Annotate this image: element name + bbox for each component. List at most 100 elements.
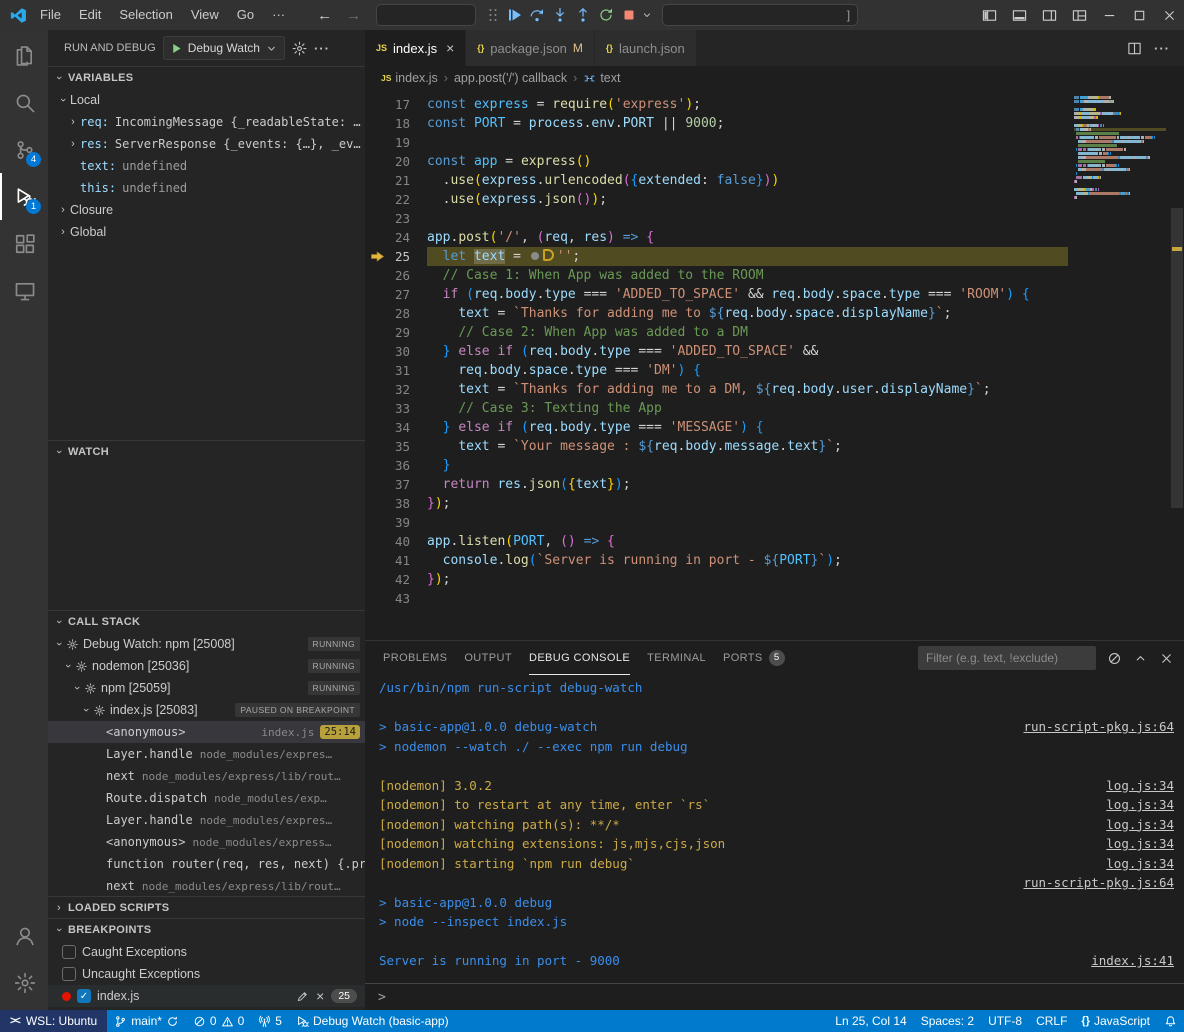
code-line[interactable]: 20const app = express()	[365, 152, 1068, 171]
activity-bar-item-extensions[interactable]	[0, 220, 48, 267]
stack-frame-row[interactable]: <anonymous>index.js25:14	[48, 721, 365, 743]
editor-tab-index-js[interactable]: JSindex.js×	[365, 30, 466, 66]
gutter[interactable]: 29	[365, 323, 427, 342]
gutter[interactable]: 24	[365, 228, 427, 247]
code-line[interactable]: 17const express = require('express');	[365, 95, 1068, 114]
gear-icon[interactable]	[292, 41, 307, 56]
layout-sidebar-icon[interactable]	[974, 0, 1004, 30]
watch-section-header[interactable]: › WATCH	[48, 441, 365, 463]
more-actions-icon[interactable]: ···	[1154, 41, 1170, 56]
git-branch-status[interactable]: main*	[107, 1010, 186, 1032]
grip-icon[interactable]	[485, 7, 501, 23]
stack-frame-row[interactable]: <anonymous>node_modules/express…	[48, 831, 365, 853]
source-link[interactable]: log.js:34	[1094, 815, 1174, 835]
code-line[interactable]: 25 let text = '';	[365, 247, 1068, 266]
gutter[interactable]: 21	[365, 171, 427, 190]
status-item-utf-8[interactable]: UTF-8	[981, 1010, 1029, 1032]
stack-frame-row[interactable]: function router(req, res, next) {.pr…	[48, 853, 365, 875]
gutter[interactable]: 25	[365, 247, 427, 266]
code-line[interactable]: 27 if (req.body.type === 'ADDED_TO_SPACE…	[365, 285, 1068, 304]
breakpoint-checkbox[interactable]	[62, 945, 76, 959]
code-line[interactable]: 28 text = `Thanks for adding me to ${req…	[365, 304, 1068, 323]
gutter[interactable]: 27	[365, 285, 427, 304]
gutter[interactable]: 38	[365, 494, 427, 513]
activity-bar-item-explorer[interactable]	[0, 32, 48, 79]
chevron-down-icon[interactable]	[641, 9, 653, 21]
continue-button[interactable]	[503, 4, 525, 26]
editor-scrollbar[interactable]	[1170, 90, 1184, 640]
variable-row[interactable]: ›Closure	[48, 199, 365, 221]
variable-row[interactable]: ›req:IncomingMessage {_readableState: …	[48, 111, 365, 133]
code-line[interactable]: 37 return res.json({text});	[365, 475, 1068, 494]
status-item-ln-25-col-14[interactable]: Ln 25, Col 14	[828, 1010, 913, 1032]
layout-panel-icon[interactable]	[1004, 0, 1034, 30]
debug-session-status[interactable]: Debug Watch (basic-app)	[289, 1010, 456, 1032]
close-icon[interactable]: ×	[446, 40, 454, 56]
callstack-session-row[interactable]: ›npm [25059]RUNNING	[48, 677, 365, 699]
pencil-icon[interactable]	[296, 990, 309, 1003]
code-line[interactable]: 42});	[365, 570, 1068, 589]
code-line[interactable]: 26 // Case 1: When App was added to the …	[365, 266, 1068, 285]
gutter[interactable]: 17	[365, 95, 427, 114]
stack-frame-row[interactable]: nextnode_modules/express/lib/rout…	[48, 875, 365, 896]
step-out-button[interactable]	[572, 4, 594, 26]
source-link[interactable]: log.js:34	[1094, 854, 1174, 874]
status-item-spaces-2[interactable]: Spaces: 2	[914, 1010, 981, 1032]
menu-item-selection[interactable]: Selection	[110, 0, 181, 30]
code-line[interactable]: 33 // Case 3: Texting the App	[365, 399, 1068, 418]
panel-tab-output[interactable]: OUTPUT	[464, 641, 512, 675]
command-center-search[interactable]	[376, 4, 476, 26]
breakpoint-checkbox[interactable]	[62, 967, 76, 981]
minimap[interactable]	[1068, 90, 1170, 640]
stack-frame-row[interactable]: Layer.handlenode_modules/expres…	[48, 809, 365, 831]
breadcrumb-item[interactable]: text	[583, 71, 620, 85]
code-line[interactable]: 29 // Case 2: When App was added to a DM	[365, 323, 1068, 342]
code-line[interactable]: 19	[365, 133, 1068, 152]
breadcrumb-item[interactable]: JSindex.js	[381, 71, 438, 85]
code-line[interactable]: 34 } else if (req.body.type === 'MESSAGE…	[365, 418, 1068, 437]
close-icon[interactable]: ×	[316, 989, 324, 1003]
menu-item-view[interactable]: View	[182, 0, 228, 30]
breadcrumb-item[interactable]: app.post('/') callback	[454, 71, 567, 85]
gutter[interactable]: 19	[365, 133, 427, 152]
variable-row[interactable]: ›Local	[48, 89, 365, 111]
code-line[interactable]: 32 text = `Thanks for adding me to a DM,…	[365, 380, 1068, 399]
console-filter-input[interactable]	[918, 646, 1096, 670]
step-over-button[interactable]	[526, 4, 548, 26]
code-line[interactable]: 43	[365, 589, 1068, 608]
breakpoints-section-header[interactable]: › BREAKPOINTS	[48, 919, 365, 941]
history-forward-icon[interactable]: →	[339, 7, 368, 24]
gutter[interactable]: 39	[365, 513, 427, 532]
gutter[interactable]: 34	[365, 418, 427, 437]
breakpoint-checkbox[interactable]: ✓	[77, 989, 91, 1003]
code-line[interactable]: 22 .use(express.json());	[365, 190, 1068, 209]
stack-frame-row[interactable]: nextnode_modules/express/lib/rout…	[48, 765, 365, 787]
code-line[interactable]: 36 }	[365, 456, 1068, 475]
gutter[interactable]: 41	[365, 551, 427, 570]
panel-tab-terminal[interactable]: TERMINAL	[647, 641, 706, 675]
loaded-scripts-section-header[interactable]: › LOADED SCRIPTS	[48, 897, 365, 918]
restart-button[interactable]	[595, 4, 617, 26]
minimize-icon[interactable]	[1094, 0, 1124, 30]
code-line[interactable]: 21 .use(express.urlencoded({extended: fa…	[365, 171, 1068, 190]
gutter[interactable]: 20	[365, 152, 427, 171]
gutter[interactable]: 40	[365, 532, 427, 551]
menu-item-edit[interactable]: Edit	[70, 0, 110, 30]
gutter[interactable]: 32	[365, 380, 427, 399]
code-line[interactable]: 40app.listen(PORT, () => {	[365, 532, 1068, 551]
close-icon[interactable]	[1154, 0, 1184, 30]
gutter[interactable]: 30	[365, 342, 427, 361]
source-link[interactable]: run-script-pkg.js:64	[1011, 873, 1174, 893]
variable-row[interactable]: ›res:ServerResponse {_events: {…}, _ev…	[48, 133, 365, 155]
breakpoint-row[interactable]: ✓index.js×25	[48, 985, 365, 1007]
stack-frame-row[interactable]: Route.dispatchnode_modules/exp…	[48, 787, 365, 809]
debug-config-dropdown[interactable]: Debug Watch	[163, 36, 285, 60]
code-line[interactable]: 41 console.log(`Server is running in por…	[365, 551, 1068, 570]
variable-row[interactable]: this:undefined	[48, 177, 365, 199]
stop-button[interactable]	[618, 4, 640, 26]
problems-status[interactable]: 0 0	[186, 1010, 251, 1032]
gutter[interactable]: 35	[365, 437, 427, 456]
status-item-javascript[interactable]: {}JavaScript	[1074, 1010, 1157, 1032]
source-link[interactable]: log.js:34	[1094, 834, 1174, 854]
code-line[interactable]: 18const PORT = process.env.PORT || 9000;	[365, 114, 1068, 133]
